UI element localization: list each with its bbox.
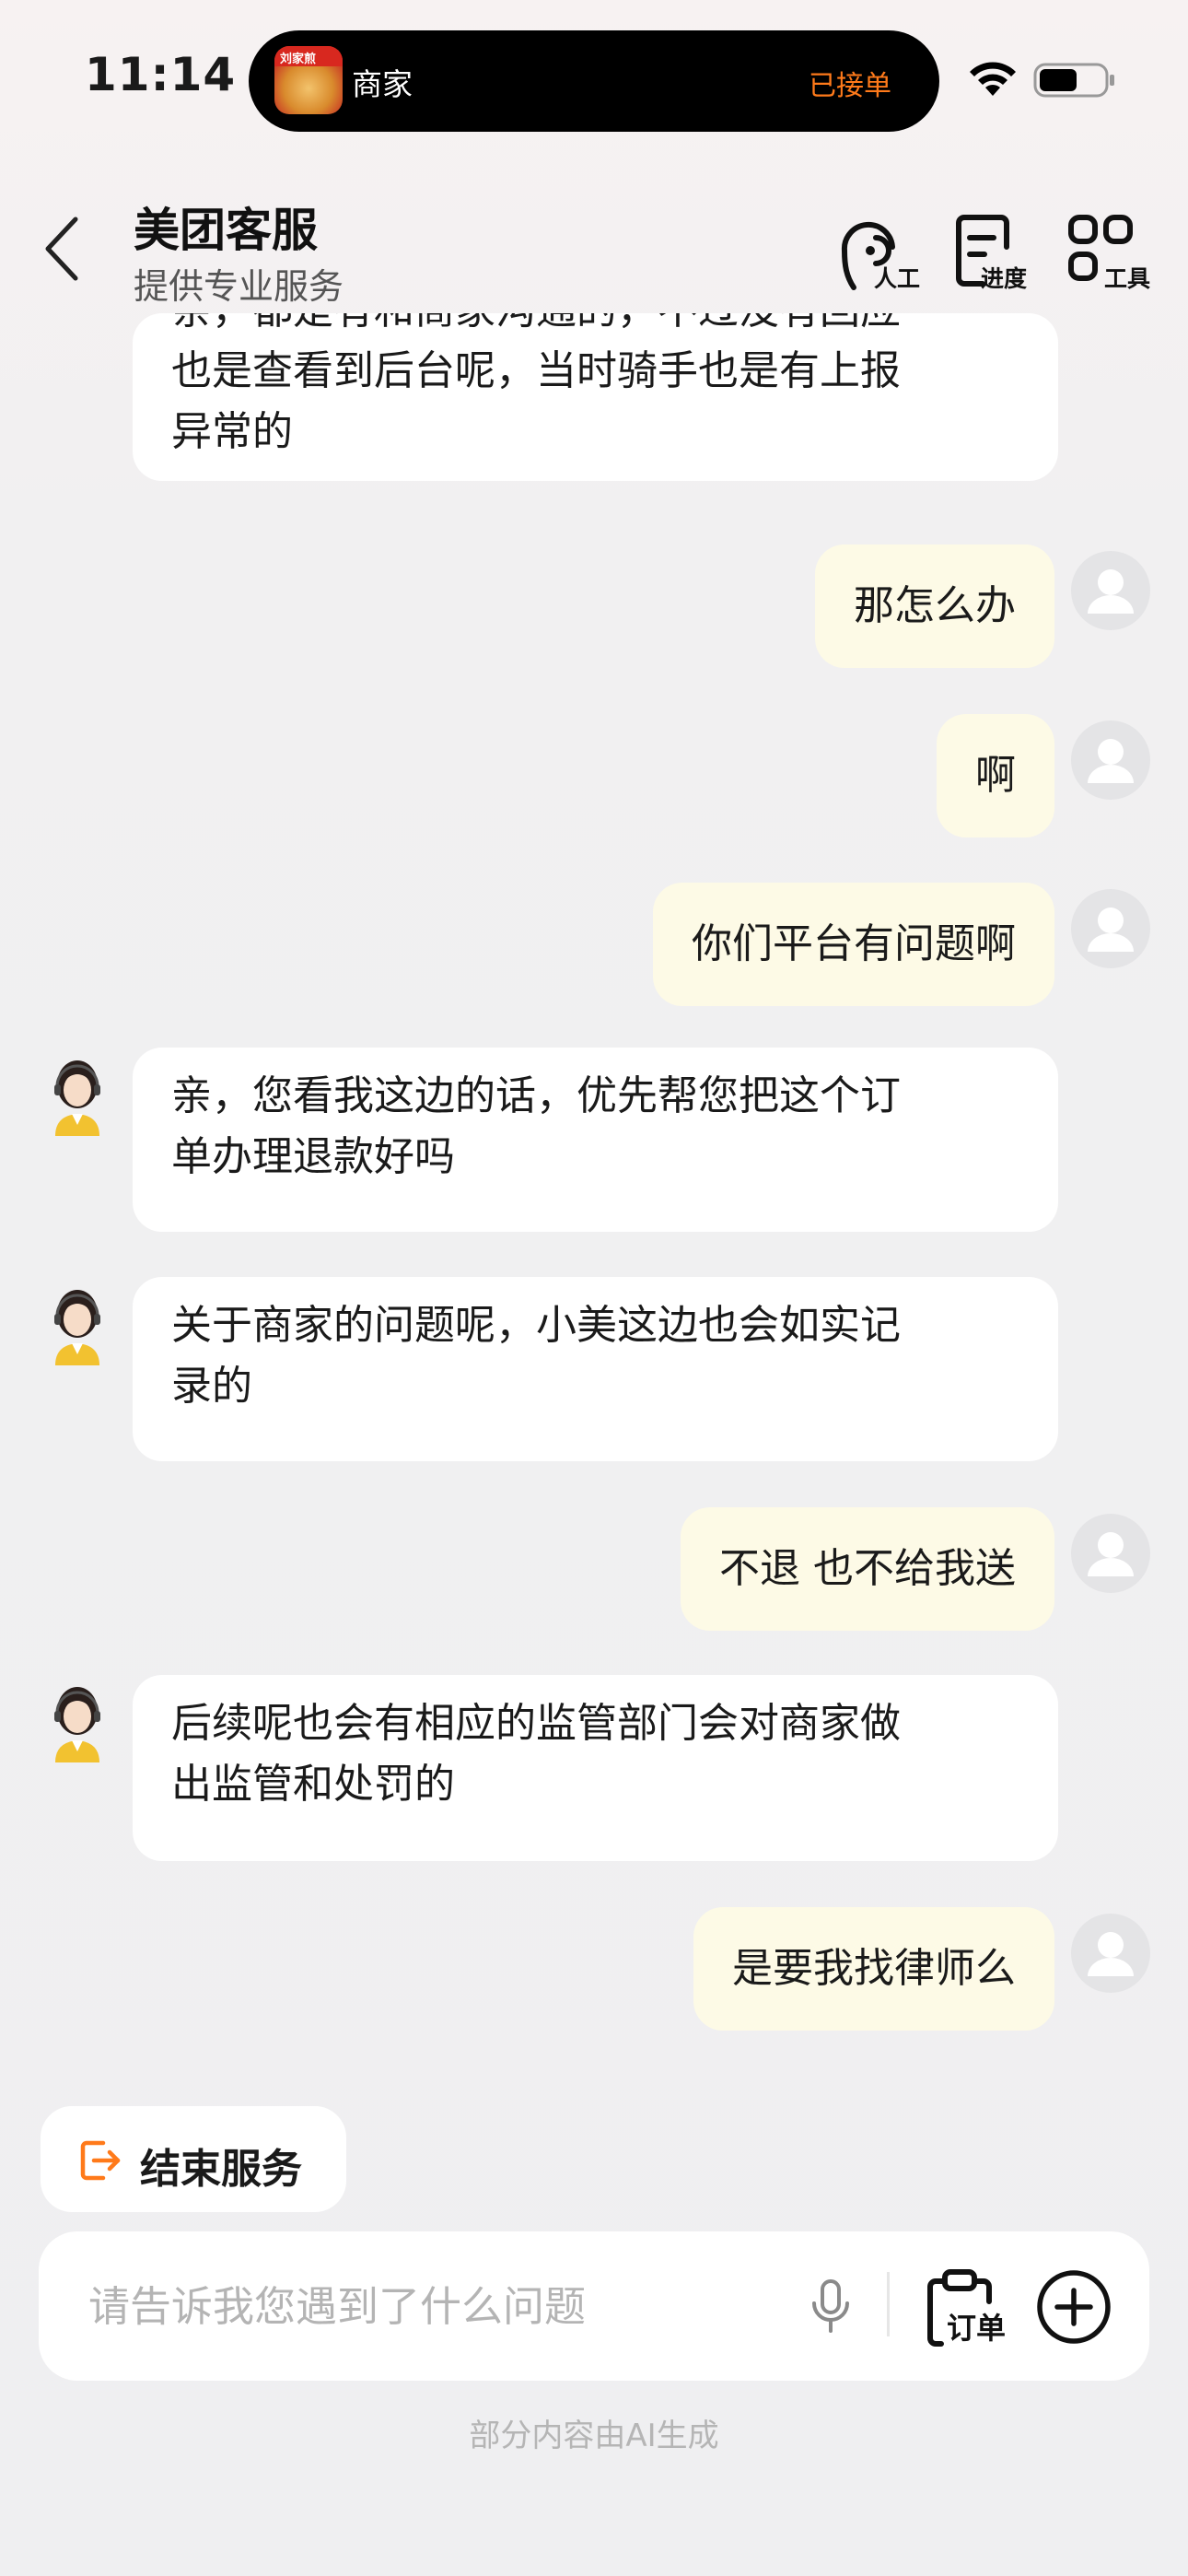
tools-label: 工具 xyxy=(1104,265,1151,292)
page-subtitle: 提供专业服务 xyxy=(134,266,344,307)
agent-message-line: 异常的 xyxy=(171,408,293,455)
agent-message: 亲，都是有和商家沟通的，不过没有回应 也是查看到后台呢，当时骑手也是有上报 异常… xyxy=(133,313,1058,481)
ai-generated-note: 部分内容由AI生成 xyxy=(469,2418,719,2454)
merchant-app-icon: 刘家煎 xyxy=(274,46,343,114)
progress-label: 进度 xyxy=(981,265,1028,292)
user-message: 是要我找律师么 xyxy=(693,1907,1054,2031)
agent-avatar[interactable] xyxy=(41,1284,114,1365)
agent-message: 亲，您看我这边的话，优先帮您把这个订 单办理退款好吗 xyxy=(133,1048,1058,1232)
agent-message-line: 亲，您看我这边的话，优先帮您把这个订 xyxy=(171,1072,901,1119)
end-service-button[interactable]: 结束服务 xyxy=(41,2106,346,2212)
user-avatar-icon xyxy=(1088,1932,1134,1976)
agent-message: 后续呢也会有相应的监管部门会对商家做 出监管和处罚的 xyxy=(133,1675,1058,1861)
agent-message-line: 关于商家的问题呢，小美这边也会如实记 xyxy=(171,1302,901,1349)
message-input[interactable] xyxy=(88,2272,788,2340)
exit-icon xyxy=(80,2140,121,2181)
plus-icon[interactable] xyxy=(1035,2268,1112,2346)
status-bar: 11:14 刘家煎 商家 已接单 xyxy=(0,0,1188,138)
merchant-app-badge: 刘家煎 xyxy=(280,53,317,66)
agent-message-line: 录的 xyxy=(171,1363,252,1410)
back-arrow-icon[interactable] xyxy=(41,214,85,284)
user-avatar-icon xyxy=(1088,1532,1134,1576)
agent-avatar[interactable] xyxy=(41,1055,114,1136)
human-agent-label: 人工 xyxy=(874,265,921,292)
agent-message-line: 也是查看到后台呢，当时骑手也是有上报 xyxy=(171,347,901,394)
user-message: 不退 也不给我送 xyxy=(681,1507,1054,1631)
user-message: 啊 xyxy=(937,714,1054,837)
user-message: 你们平台有问题啊 xyxy=(653,883,1054,1006)
order-status: 已接单 xyxy=(809,70,891,102)
wifi-icon xyxy=(970,62,1016,96)
page-title: 美团客服 xyxy=(134,204,318,257)
user-message: 那怎么办 xyxy=(815,544,1054,668)
tools-button[interactable]: 工具 xyxy=(1066,210,1158,293)
agent-message-line: 亲，都是有和商家沟通的，不过没有回应 xyxy=(171,313,1019,341)
agent-avatar[interactable] xyxy=(41,1681,114,1762)
order-button[interactable]: 订单 xyxy=(923,2268,1024,2351)
composer-divider xyxy=(887,2272,890,2336)
end-service-label: 结束服务 xyxy=(140,2146,302,2193)
chat-header: 美团客服 提供专业服务 人工 进度 工具 xyxy=(0,138,1188,332)
user-avatar-icon xyxy=(1088,569,1134,614)
user-avatar-icon xyxy=(1088,739,1134,783)
island-title: 商家 xyxy=(352,66,413,102)
message-composer: 订单 xyxy=(39,2231,1149,2381)
status-time: 11:14 xyxy=(85,48,237,101)
user-avatar[interactable] xyxy=(1071,1514,1150,1593)
user-avatar[interactable] xyxy=(1071,1914,1150,1993)
microphone-icon[interactable] xyxy=(803,2276,858,2336)
battery-icon xyxy=(1033,63,1114,98)
agent-message-line: 后续呢也会有相应的监管部门会对商家做 xyxy=(171,1700,901,1747)
chat-message-list[interactable]: 亲，都是有和商家沟通的，不过没有回应 也是查看到后台呢，当时骑手也是有上报 异常… xyxy=(0,313,1188,2359)
order-label: 订单 xyxy=(947,2311,1007,2346)
agent-message-line: 单办理退款好吗 xyxy=(171,1133,455,1180)
user-avatar[interactable] xyxy=(1071,551,1150,630)
progress-button[interactable]: 进度 xyxy=(951,210,1043,293)
user-avatar-icon xyxy=(1088,907,1134,952)
dynamic-island-live-activity[interactable]: 刘家煎 商家 已接单 xyxy=(249,30,939,132)
user-avatar[interactable] xyxy=(1071,889,1150,968)
agent-message: 关于商家的问题呢，小美这边也会如实记 录的 xyxy=(133,1277,1058,1461)
human-agent-button[interactable]: 人工 xyxy=(833,210,926,293)
agent-message-line: 出监管和处罚的 xyxy=(171,1761,455,1808)
user-avatar[interactable] xyxy=(1071,720,1150,800)
